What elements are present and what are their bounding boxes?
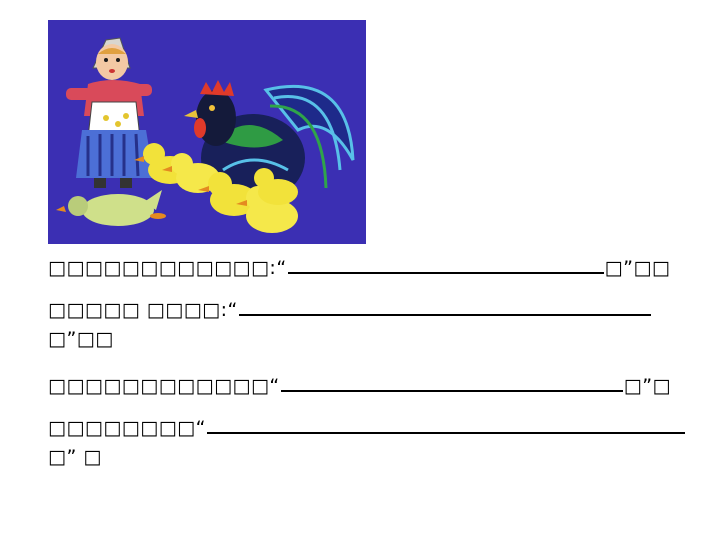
- exercise-line-2-end: □”□□: [48, 328, 114, 350]
- exercise-line-1: □□□□□□□□□□□□:“ □”□□: [48, 256, 670, 279]
- line-3-prefix: □□□□□□□□□□□□“: [48, 375, 280, 397]
- line-4-prefix: □□□□□□□□“: [48, 417, 206, 439]
- line-4-suffix: □” □: [48, 446, 102, 468]
- exercise-line-4: □□□□□□□□“: [48, 416, 686, 439]
- exercise-line-2: □□□□□ □□□□:“: [48, 298, 652, 321]
- line-2-answer-blank[interactable]: [238, 298, 651, 316]
- line-2-suffix: □”□□: [48, 328, 114, 350]
- exercise-line-4-end: □” □: [48, 446, 102, 468]
- line-3-suffix: □”□: [623, 375, 672, 397]
- girl-icon: [66, 37, 154, 188]
- line-1-suffix: □”□□: [604, 257, 671, 279]
- exercise-line-3: □□□□□□□□□□□□“ □”□: [48, 374, 671, 397]
- line-1-answer-blank[interactable]: [287, 256, 604, 274]
- line-1-prefix: □□□□□□□□□□□□:“: [48, 257, 287, 279]
- duck-icon: [56, 190, 166, 226]
- story-illustration: [48, 20, 366, 244]
- line-3-answer-blank[interactable]: [280, 374, 623, 392]
- line-2-prefix: □□□□□ □□□□:“: [48, 299, 238, 321]
- illustration-canvas: [56, 37, 355, 233]
- line-4-answer-blank[interactable]: [206, 416, 685, 434]
